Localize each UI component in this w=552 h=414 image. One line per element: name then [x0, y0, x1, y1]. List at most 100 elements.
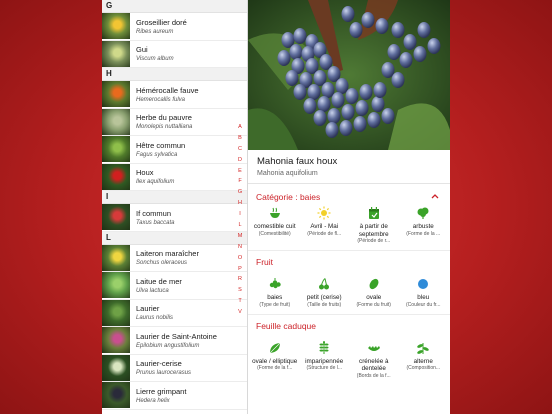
list-item[interactable]: Lierre grimpant Hedera helix — [102, 382, 247, 410]
attribute-value: petit (cerise) — [306, 294, 342, 301]
attribute-cell[interactable]: imparipennée (Structure de l... — [300, 340, 350, 379]
index-letter[interactable]: G — [238, 187, 242, 198]
list-item[interactable]: Herbe du pauvre Monolepis nuttalliana — [102, 108, 247, 136]
berry — [289, 44, 303, 60]
list-item[interactable]: If commun Taxus baccata — [102, 204, 247, 232]
plant-latin-name: Hemerocallis fulva — [136, 96, 186, 103]
index-letter[interactable]: R — [238, 274, 242, 285]
plant-thumbnail — [102, 81, 130, 108]
list-item[interactable]: Laurier Laurus nobilis — [102, 299, 247, 327]
section-header: L — [102, 231, 247, 245]
blue-dot-icon — [418, 279, 429, 289]
plant-name: Lierre grimpant — [136, 386, 187, 396]
index-letter[interactable]: C — [238, 144, 242, 155]
plant-thumbnail — [102, 244, 130, 271]
attribute-cell[interactable]: comestible cuit (Comestibilité) — [250, 206, 300, 244]
berry — [353, 116, 367, 132]
attribute-cell[interactable]: bleu (Couleur du fr... — [399, 277, 449, 308]
list-item[interactable]: Hémérocalle fauve Hemerocallis fulva — [102, 81, 247, 109]
berry — [381, 62, 395, 78]
list-item[interactable]: Houx Ilex aquifolium — [102, 163, 247, 191]
berry — [391, 72, 405, 88]
section-header: G — [102, 0, 247, 13]
species-header: Mahonia faux houx Mahonia aquifolium — [248, 150, 450, 184]
list-item[interactable]: Laiteron maraîcher Sonchus oleraceus — [102, 244, 247, 272]
attribute-value: bleu — [417, 294, 430, 301]
index-letter[interactable]: D — [238, 155, 242, 166]
list-item[interactable]: Laurier de Saint-Antoine Epilobium angust… — [102, 327, 247, 355]
index-letter[interactable]: F — [238, 176, 241, 187]
berry — [285, 70, 299, 86]
index-letter[interactable]: N — [238, 242, 242, 253]
attribute-label: (Bords de la f... — [356, 372, 391, 379]
list-item[interactable]: Hêtre commun Fagus sylvatica — [102, 136, 247, 164]
berry — [325, 122, 339, 138]
attribute-cell[interactable]: à partir de septembre (Période de r... — [349, 206, 399, 244]
plant-latin-name: Hedera helix — [136, 397, 170, 404]
category-header[interactable]: Catégorie : baies — [248, 184, 450, 206]
index-letter[interactable]: V — [238, 307, 242, 318]
plant-thumbnail — [102, 136, 130, 163]
cherry-icon — [319, 278, 330, 290]
list-item-text: Gui Viscum album — [136, 45, 174, 62]
index-letter[interactable]: I — [239, 209, 241, 220]
divider — [248, 250, 450, 251]
attribute-cell[interactable]: alterne (Composition... — [399, 341, 449, 379]
list-item[interactable]: Gui Viscum album — [102, 40, 247, 68]
attribute-label: (Type de fruit) — [259, 301, 291, 308]
plant-name: Hémérocalle fauve — [136, 85, 199, 95]
index-letter[interactable]: A — [238, 122, 242, 133]
plant-thumbnail — [102, 354, 130, 381]
index-letter[interactable]: M — [238, 231, 243, 242]
index-letter[interactable]: P — [238, 264, 242, 275]
sun-icon — [317, 206, 331, 220]
berry — [341, 6, 355, 22]
plant-thumbnail — [102, 163, 130, 190]
berry — [313, 110, 327, 126]
bowl-icon — [269, 207, 280, 218]
leaf-grid: ovale / elliptique (Forme de la f... impar… — [248, 340, 450, 379]
berry — [277, 50, 291, 66]
berry — [375, 18, 389, 34]
berry — [399, 52, 413, 68]
berry — [403, 34, 417, 50]
attribute-cell[interactable]: ovale (Forme du fruit) — [349, 277, 399, 308]
plant-list[interactable]: G Groseillier doré Ribes aureum Gui Viscum a… — [102, 0, 248, 414]
berry — [381, 108, 395, 124]
hero-photo — [248, 0, 450, 150]
index-letter[interactable]: T — [238, 296, 241, 307]
list-item-text: If commun Taxus baccata — [136, 209, 174, 226]
attribute-cell[interactable]: baies (Type de fruit) — [250, 277, 300, 308]
attribute-cell[interactable]: petit (cerise) (Taille de fruits) — [300, 277, 350, 308]
plant-latin-name: Monolepis nuttalliana — [136, 124, 193, 131]
attribute-value: arbuste — [412, 223, 434, 230]
chevron-up-icon[interactable] — [430, 192, 440, 200]
alphabet-index[interactable]: ABCDEFGHILMNOPRSTV — [233, 122, 247, 318]
fruit-grid: baies (Type de fruit) petit (cerise) (Taill… — [248, 277, 450, 308]
index-letter[interactable]: O — [238, 253, 242, 264]
index-letter[interactable]: L — [238, 220, 241, 231]
attribute-cell[interactable]: crénelée à dentelée (Bords de la f... — [349, 341, 399, 379]
list-item-text: Lierre grimpant Hedera helix — [136, 387, 186, 404]
index-letter[interactable]: B — [238, 133, 242, 144]
plant-latin-name: Taxus baccata — [136, 219, 175, 226]
berry — [413, 46, 427, 62]
leaf-oval-icon — [269, 342, 280, 353]
list-item[interactable]: Laitue de mer Ulva lactuca — [102, 272, 247, 300]
index-letter[interactable]: S — [238, 285, 242, 296]
berry — [373, 82, 387, 98]
fruit-section-title: Fruit — [256, 257, 273, 267]
attribute-cell[interactable]: arbuste (Forme de la ... — [399, 206, 449, 244]
list-item[interactable]: Laurier-cerise Prunus laurocerasus — [102, 354, 247, 382]
attribute-value: ovale / elliptique — [252, 357, 298, 365]
plant-thumbnail — [102, 13, 130, 40]
list-item[interactable]: Groseillier doré Ribes aureum — [102, 13, 247, 41]
index-letter[interactable]: E — [238, 166, 242, 177]
attribute-cell[interactable]: ovale / elliptique (Forme de la f... — [250, 341, 300, 379]
attribute-cell[interactable]: Avril - Mai (Période de fl... — [300, 206, 350, 244]
plant-name: Herbe du pauvre — [136, 113, 192, 123]
plant-name: Houx — [136, 168, 154, 178]
plant-thumbnail — [102, 327, 130, 354]
index-letter[interactable]: H — [238, 198, 242, 209]
serrated-leaf-icon — [367, 345, 380, 351]
